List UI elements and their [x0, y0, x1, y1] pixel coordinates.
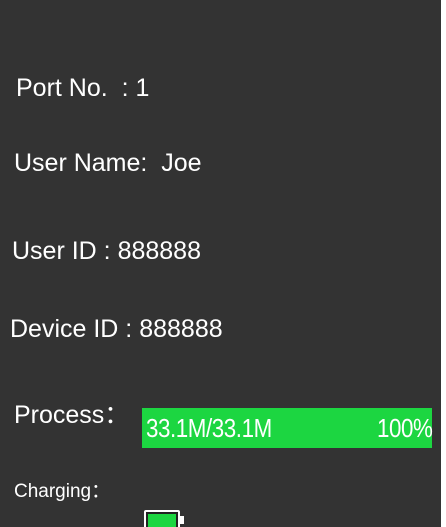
progress-bar: 33.1M/33.1M 100% [142, 408, 432, 448]
user-id-label: User ID : 888888 [12, 237, 201, 265]
charging-row: Charging： [14, 480, 214, 527]
battery-level-fill [148, 514, 176, 527]
user-name-label: User Name: Joe [14, 149, 202, 177]
device-status-panel: Port No. : 1 User Name: Joe User ID : 88… [0, 0, 441, 527]
progress-size-text: 33.1M/33.1M [146, 413, 272, 443]
charging-label: Charging： [14, 481, 111, 502]
process-label: Process： [14, 401, 130, 429]
process-row: Process： 33.1M/33.1M 100% [14, 400, 440, 448]
progress-percent-text: 100% [376, 413, 433, 443]
port-number-label: Port No. : 1 [16, 74, 150, 102]
right-edge [441, 0, 446, 527]
battery-tip [180, 516, 184, 524]
battery-icon [144, 510, 180, 527]
device-id-label: Device ID : 888888 [10, 315, 223, 343]
